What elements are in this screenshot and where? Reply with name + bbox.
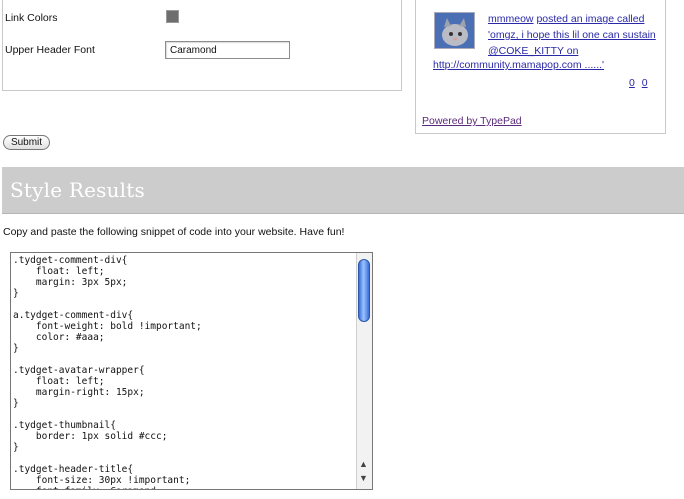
code-snippet[interactable]: .tydget-comment-div{ float: left; margin…: [13, 255, 202, 489]
link-color-swatch[interactable]: [166, 10, 179, 23]
comment-text-block: mmmeow posted an image called 'omgz, i h…: [488, 11, 658, 59]
results-title: Style Results: [10, 178, 145, 202]
scroll-up-arrow-icon[interactable]: ▲: [359, 459, 368, 469]
submit-button[interactable]: Submit: [3, 135, 50, 150]
pager-right-link[interactable]: 0: [642, 77, 648, 89]
upper-header-font-label: Upper Header Font: [5, 44, 95, 56]
scroll-down-arrow-icon[interactable]: ▼: [359, 473, 368, 483]
comment-title-link[interactable]: 'omgz, i hope this lil one can sustain @…: [488, 29, 656, 57]
code-scrollbar[interactable]: ▲ ▼: [356, 253, 372, 489]
username-link[interactable]: mmmeow: [488, 13, 534, 25]
style-form: Link Colors Upper Header Font: [2, 0, 402, 91]
code-snippet-box[interactable]: .tydget-comment-div{ float: left; margin…: [10, 252, 373, 490]
avatar[interactable]: [434, 12, 475, 49]
powered-by-link[interactable]: Powered by TypePad: [422, 115, 522, 127]
comment-action-link[interactable]: posted an image called: [536, 13, 644, 25]
results-header: Style Results: [2, 167, 684, 214]
upper-header-font-input[interactable]: [165, 41, 290, 59]
instructions-text: Copy and paste the following snippet of …: [3, 226, 345, 238]
pager-left-link[interactable]: 0: [629, 77, 635, 89]
comment-pager: 0 0: [625, 77, 648, 89]
link-colors-label: Link Colors: [5, 12, 58, 24]
cat-avatar-image: [435, 13, 474, 48]
comment-widget: mmmeow posted an image called 'omgz, i h…: [415, 0, 666, 134]
comment-url-link[interactable]: http://community.mamapop.com ......': [433, 59, 604, 71]
scrollbar-thumb[interactable]: [358, 259, 370, 322]
